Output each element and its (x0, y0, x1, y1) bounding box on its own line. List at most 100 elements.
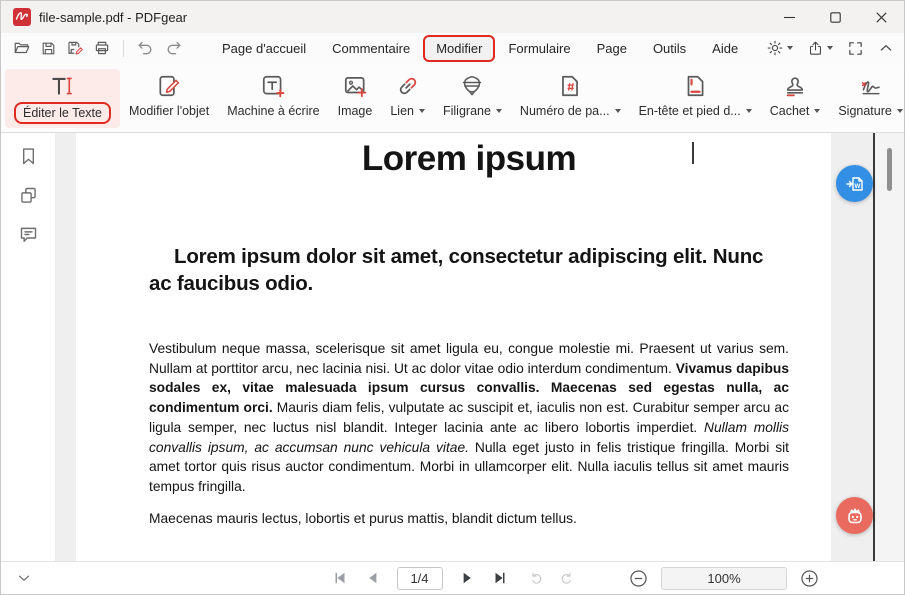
page-navigation: 1/4 (331, 562, 575, 594)
signature-button[interactable]: Signature (829, 69, 905, 122)
main-area: Lorem ipsum Lorem ipsum dolor sit amet, … (1, 133, 904, 561)
insert-image-icon (342, 72, 368, 100)
link-button[interactable]: Lien (381, 69, 434, 122)
edit-text-icon (49, 72, 75, 100)
minimize-icon[interactable] (766, 1, 812, 33)
close-icon[interactable] (858, 1, 904, 33)
pdf-to-word-button[interactable]: W (836, 165, 873, 202)
insert-image-button[interactable]: Image (329, 69, 382, 122)
theme-icon[interactable] (766, 39, 793, 57)
ribbon-button-label: Modifier l'objet (129, 104, 209, 118)
open-file-icon[interactable] (13, 39, 31, 57)
window-controls (766, 1, 904, 33)
document-body[interactable]: Vestibulum neque massa, scelerisque sit … (149, 339, 789, 528)
share-icon[interactable] (807, 40, 833, 57)
page-number-icon (557, 72, 583, 100)
watermark-button[interactable]: Filigrane (434, 69, 511, 122)
first-page-icon[interactable] (331, 569, 349, 587)
document-paragraph[interactable]: Maecenas mauris lectus, lobortis et puru… (149, 509, 789, 529)
chevron-down-icon (787, 46, 793, 50)
chevron-down-icon (615, 109, 621, 113)
chevron-down-icon (897, 109, 903, 113)
document-paragraph[interactable]: Vestibulum neque massa, scelerisque sit … (149, 339, 789, 497)
statusbar: 1/4 100% (1, 561, 904, 594)
menubar: Page d'accueil Commentaire Modifier Form… (1, 33, 904, 63)
signature-icon (858, 72, 884, 100)
ribbon-button-label: Éditer le Texte (23, 106, 102, 120)
page-thumbnails-icon[interactable] (18, 185, 39, 206)
scrollbar-thumb[interactable] (887, 148, 892, 191)
chevron-down-icon (746, 109, 752, 113)
undo-icon[interactable] (136, 39, 155, 58)
ribbon-button-label: Cachet (770, 104, 810, 118)
tab-aide[interactable]: Aide (699, 35, 751, 62)
comments-icon[interactable] (18, 224, 39, 245)
ribbon-toolbar: Éditer le Texte Modifier l'objet Machine… (1, 63, 904, 133)
save-icon[interactable] (40, 40, 57, 57)
zoom-controls: 100% (628, 562, 820, 594)
zoom-out-icon[interactable] (628, 568, 649, 589)
header-footer-button[interactable]: En-tête et pied d... (630, 69, 761, 122)
fullscreen-icon[interactable] (847, 40, 864, 57)
stamp-icon (782, 72, 808, 100)
zoom-in-icon[interactable] (799, 568, 820, 589)
vertical-scrollbar[interactable] (875, 133, 904, 561)
page-number-button[interactable]: Numéro de pa... (511, 69, 630, 122)
document-subheading[interactable]: Lorem ipsum dolor sit amet, consectetur … (149, 243, 771, 297)
edit-object-button[interactable]: Modifier l'objet (120, 69, 218, 122)
typewriter-button[interactable]: Machine à écrire (218, 69, 328, 122)
toolbar-separator (123, 40, 124, 57)
edit-text-button[interactable]: Éditer le Texte (5, 69, 120, 128)
tab-modifier[interactable]: Modifier (423, 35, 495, 62)
pdf-page[interactable]: Lorem ipsum Lorem ipsum dolor sit amet, … (76, 133, 831, 561)
watermark-icon (459, 72, 485, 100)
ribbon-button-label: Machine à écrire (227, 104, 319, 118)
ribbon-button-label: En-tête et pied d... (639, 104, 741, 118)
ribbon-button-label: Image (338, 104, 373, 118)
ai-assistant-button[interactable] (836, 497, 873, 534)
edit-object-icon (156, 72, 182, 100)
navigation-side-panel (1, 133, 56, 561)
bookmarks-icon[interactable] (18, 146, 39, 167)
ribbon-button-label: Numéro de pa... (520, 104, 610, 118)
ribbon-button-label: Signature (838, 104, 892, 118)
pdfgear-logo-icon (13, 8, 31, 26)
chevron-down-icon (496, 109, 502, 113)
quick-access-toolbar (13, 39, 183, 58)
tab-page-accueil[interactable]: Page d'accueil (209, 35, 319, 62)
redo-icon[interactable] (164, 39, 183, 58)
stamp-button[interactable]: Cachet (761, 69, 830, 122)
menubar-right-icons (766, 39, 894, 57)
window-title: file-sample.pdf - PDFgear (39, 10, 187, 25)
previous-page-icon[interactable] (364, 569, 382, 587)
collapse-statusbar-icon[interactable] (15, 569, 33, 587)
header-footer-icon (682, 72, 708, 100)
next-view-icon[interactable] (558, 570, 575, 587)
tab-formulaire[interactable]: Formulaire (495, 35, 583, 62)
titlebar: file-sample.pdf - PDFgear (1, 1, 904, 33)
ai-robot-icon (843, 504, 867, 528)
maximize-icon[interactable] (812, 1, 858, 33)
pdfgear-window: file-sample.pdf - PDFgear (0, 0, 905, 595)
tab-commentaire[interactable]: Commentaire (319, 35, 423, 62)
document-viewport[interactable]: Lorem ipsum Lorem ipsum dolor sit amet, … (56, 133, 904, 561)
ribbon-button-label: Lien (390, 104, 414, 118)
chevron-down-icon (814, 109, 820, 113)
previous-view-icon[interactable] (528, 570, 545, 587)
pdf-to-word-icon: W (843, 172, 867, 196)
collapse-ribbon-icon[interactable] (878, 40, 894, 56)
menu-tabs: Page d'accueil Commentaire Modifier Form… (209, 35, 751, 62)
typewriter-icon (260, 72, 286, 100)
tab-page[interactable]: Page (584, 35, 640, 62)
save-as-icon[interactable] (66, 39, 84, 57)
svg-text:W: W (854, 183, 860, 190)
tab-outils[interactable]: Outils (640, 35, 699, 62)
chevron-down-icon (419, 109, 425, 113)
chevron-down-icon (827, 46, 833, 50)
print-icon[interactable] (93, 39, 111, 57)
last-page-icon[interactable] (491, 569, 509, 587)
page-indicator-input[interactable]: 1/4 (397, 567, 443, 590)
next-page-icon[interactable] (458, 569, 476, 587)
zoom-level-display[interactable]: 100% (661, 567, 787, 590)
text-cursor (692, 142, 694, 164)
